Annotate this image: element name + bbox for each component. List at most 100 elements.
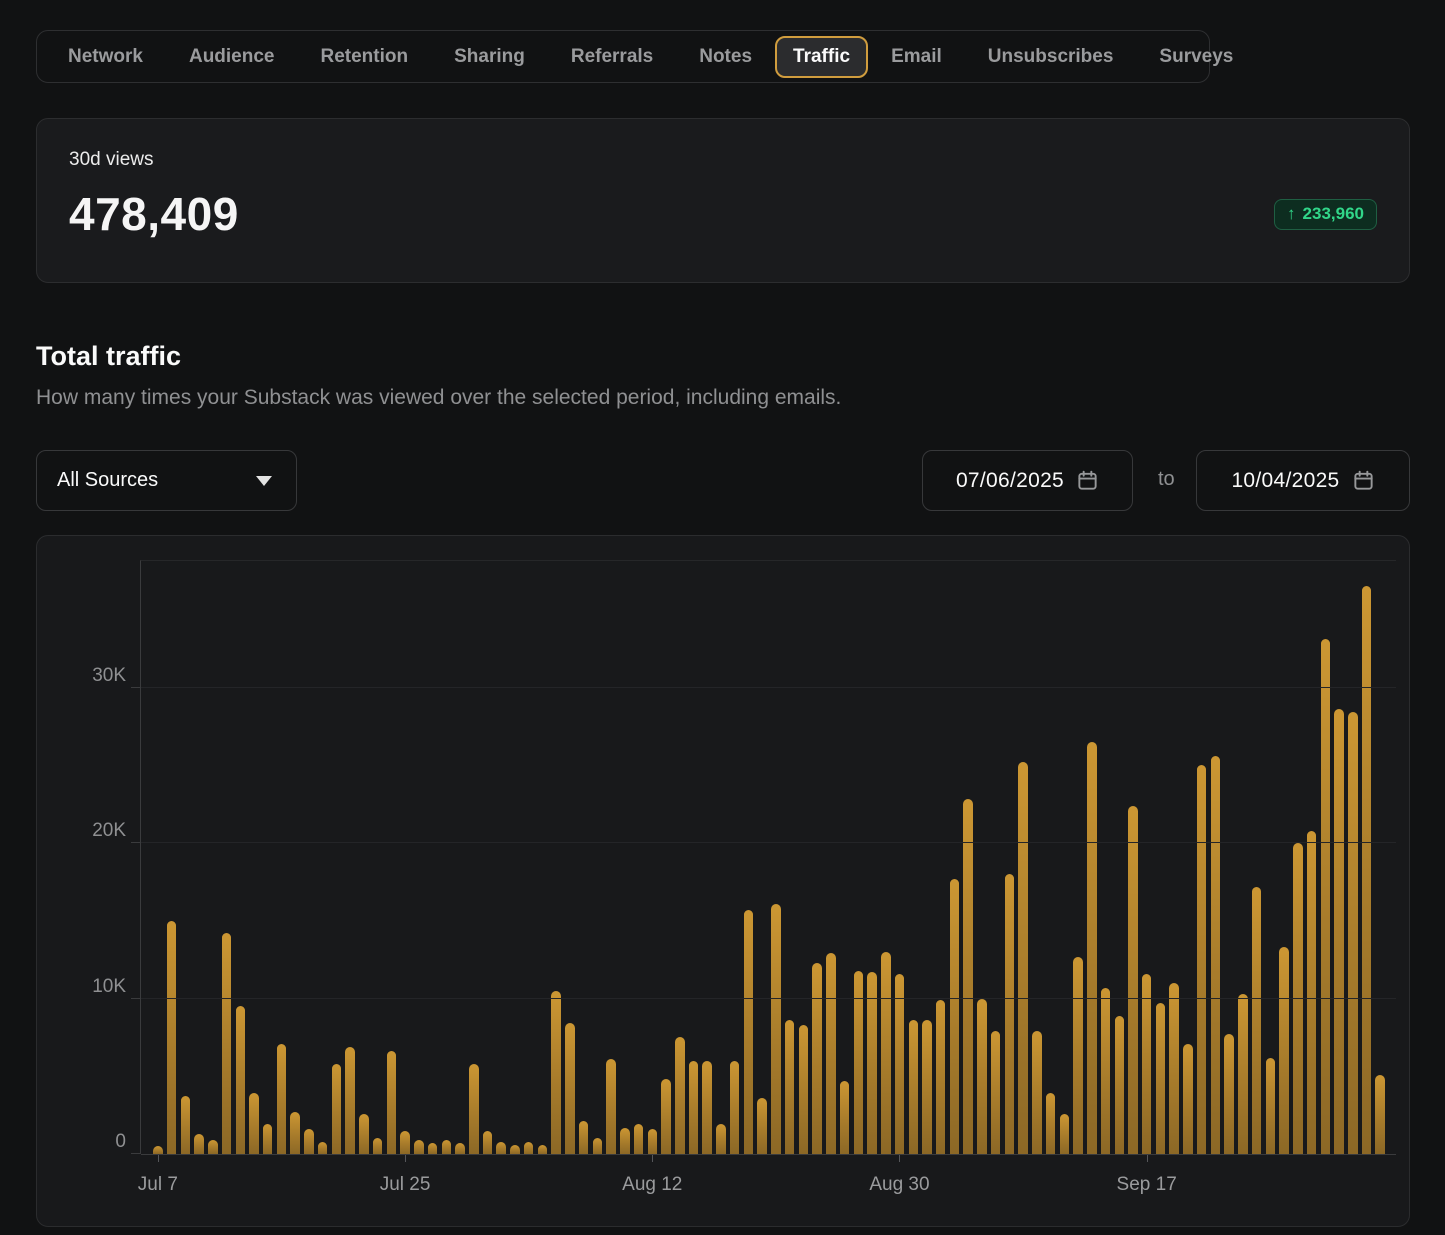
traffic-bar-35[interactable] — [634, 1124, 644, 1154]
traffic-bar-0[interactable] — [153, 1146, 163, 1154]
tab-notes[interactable]: Notes — [683, 36, 768, 78]
tab-traffic[interactable]: Traffic — [775, 36, 868, 78]
date-to-input[interactable]: 10/04/2025 — [1196, 450, 1410, 511]
traffic-bar-5[interactable] — [222, 933, 232, 1154]
traffic-bar-8[interactable] — [263, 1124, 273, 1154]
traffic-bar-71[interactable] — [1128, 806, 1138, 1154]
tab-referrals[interactable]: Referrals — [555, 36, 669, 78]
date-from-input[interactable]: 07/06/2025 — [922, 450, 1133, 511]
traffic-bar-41[interactable] — [716, 1124, 726, 1154]
traffic-bar-60[interactable] — [977, 999, 987, 1154]
traffic-bar-72[interactable] — [1142, 974, 1152, 1154]
traffic-bar-85[interactable] — [1321, 639, 1331, 1154]
traffic-bar-31[interactable] — [579, 1121, 589, 1154]
traffic-bar-56[interactable] — [922, 1020, 932, 1154]
traffic-bar-73[interactable] — [1156, 1003, 1166, 1154]
traffic-bar-50[interactable] — [840, 1081, 850, 1154]
traffic-bar-80[interactable] — [1252, 887, 1262, 1154]
traffic-bar-78[interactable] — [1224, 1034, 1234, 1154]
traffic-bar-39[interactable] — [689, 1061, 699, 1154]
traffic-bar-30[interactable] — [565, 1023, 575, 1154]
traffic-bar-23[interactable] — [469, 1064, 479, 1154]
traffic-bar-65[interactable] — [1046, 1093, 1056, 1154]
traffic-bar-33[interactable] — [606, 1059, 616, 1154]
traffic-bar-47[interactable] — [799, 1025, 809, 1154]
tab-surveys[interactable]: Surveys — [1143, 36, 1249, 78]
traffic-bar-74[interactable] — [1169, 983, 1179, 1154]
traffic-bar-69[interactable] — [1101, 988, 1111, 1154]
tab-sharing[interactable]: Sharing — [438, 36, 541, 78]
tab-unsubscribes[interactable]: Unsubscribes — [972, 36, 1130, 78]
traffic-bar-34[interactable] — [620, 1128, 630, 1154]
traffic-bar-26[interactable] — [510, 1145, 520, 1154]
traffic-bar-38[interactable] — [675, 1037, 685, 1154]
traffic-bar-84[interactable] — [1307, 831, 1317, 1154]
traffic-bar-29[interactable] — [551, 991, 561, 1154]
traffic-bar-32[interactable] — [593, 1138, 603, 1154]
traffic-bar-21[interactable] — [442, 1140, 452, 1154]
traffic-bar-48[interactable] — [812, 963, 822, 1154]
traffic-bar-27[interactable] — [524, 1142, 534, 1154]
traffic-bar-2[interactable] — [181, 1096, 191, 1154]
tab-email[interactable]: Email — [875, 36, 958, 78]
traffic-bar-18[interactable] — [400, 1131, 410, 1154]
traffic-bar-79[interactable] — [1238, 994, 1248, 1154]
traffic-bar-75[interactable] — [1183, 1044, 1193, 1154]
traffic-bar-89[interactable] — [1375, 1075, 1385, 1154]
source-filter-dropdown[interactable]: All Sources — [36, 450, 297, 511]
traffic-bar-66[interactable] — [1060, 1114, 1070, 1154]
traffic-bar-14[interactable] — [345, 1047, 355, 1154]
traffic-bar-9[interactable] — [277, 1044, 287, 1154]
traffic-bar-11[interactable] — [304, 1129, 314, 1154]
traffic-bar-24[interactable] — [483, 1131, 493, 1154]
traffic-bar-52[interactable] — [867, 972, 877, 1154]
traffic-bar-86[interactable] — [1334, 709, 1344, 1154]
traffic-bar-7[interactable] — [249, 1093, 259, 1154]
traffic-bar-70[interactable] — [1115, 1016, 1125, 1154]
traffic-bar-82[interactable] — [1279, 947, 1289, 1154]
tab-retention[interactable]: Retention — [305, 36, 425, 78]
traffic-bar-28[interactable] — [538, 1145, 548, 1154]
traffic-bar-57[interactable] — [936, 1000, 946, 1154]
traffic-bar-58[interactable] — [950, 879, 960, 1154]
traffic-bar-64[interactable] — [1032, 1031, 1042, 1154]
traffic-bar-54[interactable] — [895, 974, 905, 1154]
traffic-bar-46[interactable] — [785, 1020, 795, 1154]
traffic-bar-22[interactable] — [455, 1143, 465, 1154]
traffic-bar-17[interactable] — [387, 1051, 397, 1154]
traffic-bar-20[interactable] — [428, 1143, 438, 1154]
traffic-bar-59[interactable] — [963, 799, 973, 1154]
traffic-bar-15[interactable] — [359, 1114, 369, 1154]
traffic-bar-76[interactable] — [1197, 765, 1207, 1154]
tab-network[interactable]: Network — [52, 36, 159, 78]
traffic-bar-55[interactable] — [909, 1020, 919, 1154]
traffic-bar-77[interactable] — [1211, 756, 1221, 1154]
traffic-bar-12[interactable] — [318, 1142, 328, 1154]
traffic-bar-45[interactable] — [771, 904, 781, 1154]
traffic-bar-4[interactable] — [208, 1140, 218, 1154]
traffic-bar-62[interactable] — [1005, 874, 1015, 1154]
traffic-bar-49[interactable] — [826, 953, 836, 1154]
traffic-bar-43[interactable] — [744, 910, 754, 1154]
traffic-bar-40[interactable] — [702, 1061, 712, 1154]
traffic-bar-42[interactable] — [730, 1061, 740, 1154]
traffic-bar-81[interactable] — [1266, 1058, 1276, 1154]
traffic-bar-6[interactable] — [236, 1006, 246, 1154]
traffic-bar-53[interactable] — [881, 952, 891, 1154]
traffic-bar-13[interactable] — [332, 1064, 342, 1154]
traffic-bar-1[interactable] — [167, 921, 177, 1154]
traffic-bar-68[interactable] — [1087, 742, 1097, 1154]
traffic-bar-16[interactable] — [373, 1138, 383, 1154]
traffic-bar-88[interactable] — [1362, 586, 1372, 1154]
traffic-bar-61[interactable] — [991, 1031, 1001, 1154]
traffic-bar-44[interactable] — [757, 1098, 767, 1154]
tab-audience[interactable]: Audience — [173, 36, 291, 78]
traffic-bar-87[interactable] — [1348, 712, 1358, 1154]
traffic-bar-37[interactable] — [661, 1079, 671, 1154]
traffic-bar-36[interactable] — [648, 1129, 658, 1154]
traffic-bar-19[interactable] — [414, 1140, 424, 1154]
traffic-bar-10[interactable] — [290, 1112, 300, 1154]
traffic-bar-3[interactable] — [194, 1134, 204, 1154]
traffic-bar-67[interactable] — [1073, 957, 1083, 1154]
traffic-bar-25[interactable] — [496, 1142, 506, 1154]
